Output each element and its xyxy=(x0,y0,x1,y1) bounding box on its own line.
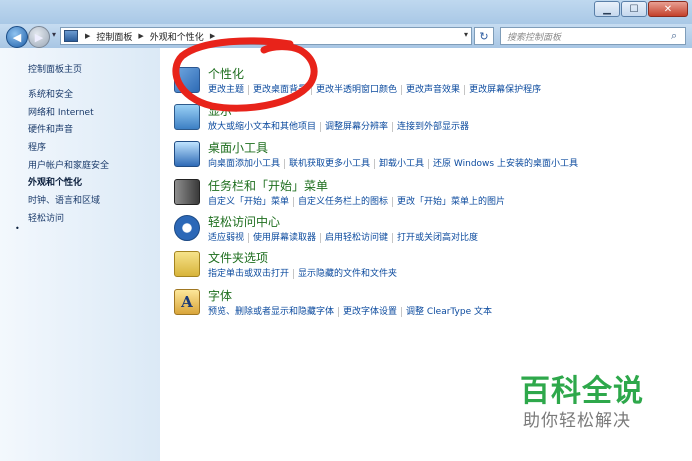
task-link[interactable]: 更改桌面背景 xyxy=(248,85,312,95)
sidebar-item-ease-of-access[interactable]: 轻松访问 xyxy=(28,211,109,229)
window-controls: ▁ ☐ ✕ xyxy=(593,1,688,17)
task-link[interactable]: 自定义任务栏上的图标 xyxy=(293,197,393,207)
category-title[interactable]: 字体 xyxy=(208,287,232,304)
gadgets-icon[interactable] xyxy=(174,141,200,167)
category-links: 预览、删除或者显示和隐藏字体 更改字体设置 调整 ClearType 文本 xyxy=(208,304,496,317)
breadcrumb-control-panel[interactable]: 控制面板 xyxy=(96,30,132,43)
breadcrumb-separator[interactable]: ▶ xyxy=(138,32,143,40)
category-title[interactable]: 轻松访问中心 xyxy=(208,213,280,230)
ease-of-access-icon[interactable] xyxy=(174,215,200,241)
sidebar-item-clock-language[interactable]: 时钟、语言和区域 xyxy=(28,193,109,211)
navigation-bar: ◀ ▶ ▾ ▶ 控制面板 ▶ 外观和个性化 ▶ ▾ ↻ 搜索控制面板 ⌕ xyxy=(0,24,692,48)
task-link[interactable]: 联机获取更多小工具 xyxy=(284,159,375,169)
breadcrumb-separator[interactable]: ▶ xyxy=(85,32,90,40)
task-link[interactable]: 卸载小工具 xyxy=(374,159,429,169)
category-links: 向桌面添加小工具 联机获取更多小工具 卸载小工具 还原 Windows 上安装的桌面小… xyxy=(208,156,582,169)
category-title[interactable]: 任务栏和「开始」菜单 xyxy=(208,177,328,194)
sidebar-item-hardware-sound[interactable]: 硬件和声音 xyxy=(28,122,109,140)
taskbar-icon[interactable] xyxy=(174,179,200,205)
task-link[interactable]: 更改主题 xyxy=(208,85,248,95)
category-gadgets: 桌面小工具 向桌面添加小工具 联机获取更多小工具 卸载小工具 还原 Windows 上… xyxy=(174,139,684,175)
sidebar-home-link[interactable]: 控制面板主页 xyxy=(28,62,82,75)
category-fonts: A 字体 预览、删除或者显示和隐藏字体 更改字体设置 调整 ClearType 文本 xyxy=(174,287,684,323)
category-title[interactable]: 个性化 xyxy=(208,65,244,82)
maximize-button[interactable]: ☐ xyxy=(621,1,647,17)
category-folder-options: 文件夹选项 指定单击或双击打开 显示隐藏的文件和文件夹 xyxy=(174,249,684,285)
category-links: 适应弱视 使用屏幕读取器 启用轻松访问键 打开或关闭高对比度 xyxy=(208,230,483,243)
watermark-slogan: 助你轻松解决 xyxy=(523,411,631,431)
search-box[interactable]: 搜索控制面板 ⌕ xyxy=(500,27,686,45)
task-link[interactable]: 预览、删除或者显示和隐藏字体 xyxy=(208,307,338,317)
watermark-logo-text: 百科全说 xyxy=(520,374,644,409)
sidebar-item-system-security[interactable]: 系统和安全 xyxy=(28,87,109,105)
task-link[interactable]: 向桌面添加小工具 xyxy=(208,159,284,169)
task-link[interactable]: 更改屏幕保护程序 xyxy=(464,85,546,95)
search-icon[interactable]: ⌕ xyxy=(671,29,685,43)
task-link[interactable]: 启用轻松访问键 xyxy=(320,233,393,243)
task-link[interactable]: 更改声音效果 xyxy=(401,85,465,95)
personalization-icon[interactable] xyxy=(174,67,200,93)
fonts-icon[interactable]: A xyxy=(174,289,200,315)
task-link[interactable]: 打开或关闭高对比度 xyxy=(392,233,483,243)
close-button[interactable]: ✕ xyxy=(648,1,688,17)
control-panel-icon xyxy=(64,30,78,42)
category-taskbar: 任务栏和「开始」菜单 自定义「开始」菜单 自定义任务栏上的图标 更改「开始」菜单上的… xyxy=(174,177,684,213)
category-title[interactable]: 文件夹选项 xyxy=(208,249,268,266)
display-icon[interactable] xyxy=(174,104,200,130)
task-link[interactable]: 调整屏幕分辨率 xyxy=(320,122,393,132)
category-links: 自定义「开始」菜单 自定义任务栏上的图标 更改「开始」菜单上的图片 xyxy=(208,194,510,207)
address-bar[interactable]: ▶ 控制面板 ▶ 外观和个性化 ▶ ▾ xyxy=(60,27,472,45)
address-dropdown-icon[interactable]: ▾ xyxy=(464,30,468,39)
current-item-bullet: • xyxy=(15,224,20,233)
sidebar-item-appearance[interactable]: 外观和个性化 xyxy=(28,175,109,193)
task-link[interactable]: 更改半透明窗口颜色 xyxy=(311,85,402,95)
task-link[interactable]: 更改字体设置 xyxy=(338,307,402,317)
breadcrumb-appearance[interactable]: 外观和个性化 xyxy=(150,30,204,43)
task-link[interactable]: 自定义「开始」菜单 xyxy=(208,197,293,207)
sidebar-item-network[interactable]: 网络和 Internet xyxy=(28,105,109,123)
category-ease-of-access: 轻松访问中心 适应弱视 使用屏幕读取器 启用轻松访问键 打开或关闭高对比度 xyxy=(174,213,684,249)
task-link[interactable]: 使用屏幕读取器 xyxy=(248,233,321,243)
task-link[interactable]: 显示隐藏的文件和文件夹 xyxy=(293,269,402,279)
task-link[interactable]: 调整 ClearType 文本 xyxy=(401,307,496,317)
search-input[interactable]: 搜索控制面板 xyxy=(501,30,671,43)
category-title[interactable]: 桌面小工具 xyxy=(208,139,268,156)
task-link[interactable]: 放大或缩小文本和其他项目 xyxy=(208,122,320,132)
sidebar: 控制面板主页 • 系统和安全 网络和 Internet 硬件和声音 程序 用户帐… xyxy=(0,48,160,461)
minimize-button[interactable]: ▁ xyxy=(594,1,620,17)
task-link[interactable]: 连接到外部显示器 xyxy=(392,122,474,132)
refresh-button[interactable]: ↻ xyxy=(474,27,494,45)
category-title[interactable]: 显示 xyxy=(208,102,232,119)
task-link[interactable]: 更改「开始」菜单上的图片 xyxy=(392,197,510,207)
recent-pages-dropdown[interactable]: ▾ xyxy=(52,30,56,39)
sidebar-item-programs[interactable]: 程序 xyxy=(28,140,109,158)
task-link[interactable]: 适应弱视 xyxy=(208,233,248,243)
folder-options-icon[interactable] xyxy=(174,251,200,277)
category-links: 放大或缩小文本和其他项目 调整屏幕分辨率 连接到外部显示器 xyxy=(208,119,474,132)
task-link[interactable]: 还原 Windows 上安装的桌面小工具 xyxy=(428,159,582,169)
breadcrumb-separator[interactable]: ▶ xyxy=(210,32,215,40)
sidebar-list: 系统和安全 网络和 Internet 硬件和声音 程序 用户帐户和家庭安全 外观… xyxy=(28,87,109,229)
category-links: 更改主题 更改桌面背景 更改半透明窗口颜色 更改声音效果 更改屏幕保护程序 xyxy=(208,82,546,95)
forward-button[interactable]: ▶ xyxy=(28,26,50,48)
task-link[interactable]: 指定单击或双击打开 xyxy=(208,269,293,279)
category-display: 显示 放大或缩小文本和其他项目 调整屏幕分辨率 连接到外部显示器 xyxy=(174,102,684,138)
title-bar: ▁ ☐ ✕ xyxy=(0,0,692,24)
sidebar-item-user-accounts[interactable]: 用户帐户和家庭安全 xyxy=(28,158,109,176)
back-button[interactable]: ◀ xyxy=(6,26,28,48)
category-links: 指定单击或双击打开 显示隐藏的文件和文件夹 xyxy=(208,266,402,279)
category-personalization: 个性化 更改主题 更改桌面背景 更改半透明窗口颜色 更改声音效果 更改屏幕保护程序 xyxy=(174,65,684,101)
